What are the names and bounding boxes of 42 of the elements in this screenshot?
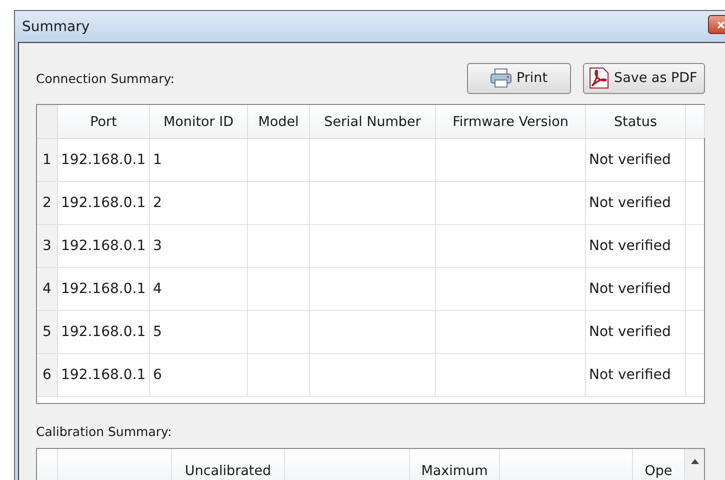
table-cell: Not verified [586, 139, 686, 181]
table-cell: Not verified [586, 268, 686, 310]
scrollbar[interactable] [685, 449, 704, 480]
column-header[interactable]: Serial Number [310, 105, 436, 138]
scroll-up-icon [690, 459, 698, 464]
column-header[interactable]: Firmware Version [436, 105, 586, 138]
column-header[interactable]: Port [58, 105, 150, 138]
row-number[interactable]: 3 [37, 225, 58, 267]
column-header[interactable]: Model [248, 105, 310, 138]
table-cell: 6 [150, 354, 248, 396]
table-cell: 192.168.0.1 [58, 311, 150, 353]
section-label: Connection Summary: [36, 70, 174, 86]
table-cell: 192.168.0.1 [58, 182, 150, 224]
table-cell: 192.168.0.1 [58, 225, 150, 267]
printer-icon [490, 68, 512, 88]
table-cell: 192.168.0.1 [58, 139, 150, 181]
table-cell: Not verified [586, 182, 686, 224]
print-button[interactable]: Print [467, 62, 571, 94]
column-header[interactable]: Maximum [410, 449, 500, 480]
table-cell: 3 [150, 225, 248, 267]
row-number[interactable]: 5 [37, 311, 58, 353]
table-cell: Not verified [586, 225, 686, 267]
table-cell: 2 [150, 182, 248, 224]
row-number[interactable]: 2 [37, 182, 58, 224]
column-header[interactable]: Monitor ID [150, 105, 248, 138]
section-label: Calibration Summary: [36, 424, 173, 439]
row-number[interactable]: 6 [37, 354, 58, 396]
row-number[interactable]: 4 [37, 268, 58, 310]
pdf-icon [588, 67, 610, 89]
window-title: Summary [22, 18, 90, 34]
column-header[interactable]: Status [586, 105, 686, 138]
save-pdf-button[interactable]: Save as PDF [583, 62, 705, 94]
table-cell: 192.168.0.1 [58, 354, 150, 396]
column-header[interactable]: Uncalibrated [172, 449, 285, 480]
table-cell: 192.168.0.1 [58, 268, 150, 310]
table-cell: 4 [150, 268, 248, 310]
close-icon [717, 20, 725, 28]
row-number[interactable]: 1 [37, 139, 58, 181]
table-cell: 5 [150, 311, 248, 353]
table-cell: Not verified [586, 354, 686, 396]
table-cell: Not verified [586, 311, 686, 353]
table-cell: 1 [150, 139, 248, 181]
